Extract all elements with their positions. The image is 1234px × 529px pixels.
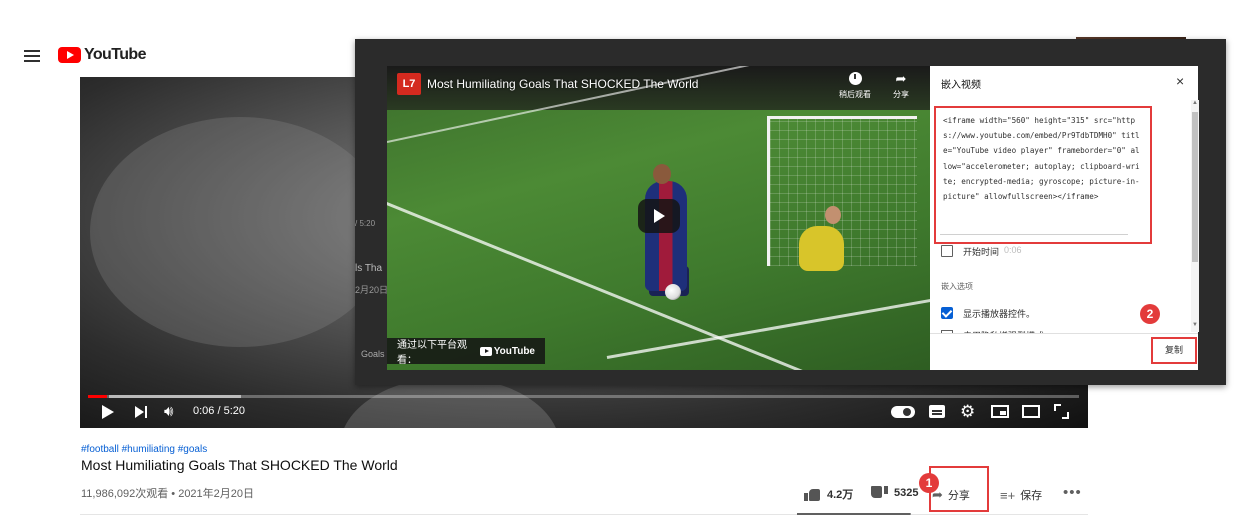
playlist-add-icon: ≡+ [1000,487,1016,503]
theater-mode-icon[interactable] [1022,405,1040,418]
thumbs-down-icon [871,486,888,499]
play-icon[interactable] [100,404,116,420]
subtitles-icon[interactable] [929,405,945,418]
dislike-button[interactable]: 5325 [871,486,918,499]
thumbs-up-icon [804,488,821,501]
player-shape [645,181,687,291]
hashtags[interactable]: #football #humiliating #goals [81,444,207,455]
watch-on-label: 通过以下平台观看： [397,340,467,366]
background-fragment: / 5:20 [355,219,376,228]
step-marker-2: 2 [1140,304,1160,324]
next-video-icon[interactable] [135,405,151,419]
youtube-logo[interactable]: YouTube [58,46,146,64]
video-view-count-date: 11,986,092次观看 • 2021年2月20日 [81,488,255,500]
embed-options-heading: 嵌入选项 [941,282,973,291]
share-highlight-box [929,466,989,512]
progress-buffer [109,395,241,398]
start-time-input[interactable]: 0:06 [1004,245,1022,255]
more-actions-button[interactable]: ••• [1063,484,1082,501]
step-marker-1: 1 [919,473,939,493]
goalkeeper-shape [799,226,844,271]
background-fragment: ls Tha [355,263,383,274]
embed-preview-title[interactable]: Most Humiliating Goals That SHOCKED The … [427,77,698,91]
progress-played [88,395,107,398]
youtube-wordmark: YouTube [84,46,146,63]
miniplayer-icon[interactable] [991,405,1009,418]
divider [80,514,1088,515]
player-head-shape [653,164,671,184]
like-button[interactable]: 4.2万 [804,486,853,502]
background-fragment: 2月20日 [355,285,389,295]
clock-icon [848,72,862,85]
channel-logo[interactable]: L7 [397,73,421,95]
start-time-label: 开始时间 [963,247,1000,257]
show-controls-checkbox[interactable] [941,307,953,319]
play-button-icon[interactable] [638,199,680,233]
youtube-play-badge-icon [58,47,81,63]
autoplay-toggle[interactable] [891,406,915,418]
youtube-mini-logo: YouTube [479,345,535,357]
scroll-down-arrow-icon[interactable]: ▼ [1191,322,1199,328]
preview-share-button[interactable]: ➦ 分享 [888,72,914,100]
scrollbar-thumb[interactable] [1192,112,1198,262]
time-display: 0:06 / 5:20 [193,405,245,417]
settings-gear-icon[interactable]: ⚙ [960,402,975,422]
goalkeeper-head-shape [825,206,841,224]
youtube-mini-wordmark: YouTube [493,345,535,357]
start-time-checkbox[interactable] [941,245,953,257]
watch-on-youtube-button[interactable]: 通过以下平台观看： YouTube [387,338,545,366]
fullscreen-icon[interactable] [1054,404,1069,419]
divider [940,234,1128,235]
video-frame-shape [90,117,390,347]
show-controls-label: 显示播放器控件。 [963,309,1036,319]
divider [930,333,1198,334]
copy-button[interactable]: 复制 [1151,337,1197,364]
volume-icon[interactable]: 🔊︎ [164,404,184,420]
save-button[interactable]: ≡+ 保存 [1000,487,1042,503]
embed-panel-title: 嵌入视频 [941,80,981,91]
close-icon[interactable]: × [1176,73,1184,89]
hamburger-menu-icon[interactable] [24,50,40,62]
youtube-play-badge-icon [479,346,492,356]
dislike-count: 5325 [894,486,919,499]
embed-code-textarea[interactable]: <iframe width="560" height="315" src="ht… [934,106,1152,244]
ball-shape [665,284,681,300]
video-title: Most Humiliating Goals That SHOCKED The … [81,457,398,473]
preview-share-label: 分享 [893,90,909,99]
save-label: 保存 [1020,490,1043,502]
pitch-line-shape [606,298,931,359]
scroll-up-arrow-icon[interactable]: ▲ [1191,100,1199,106]
watch-later-button[interactable]: 稍后观看 [838,72,872,100]
watch-later-label: 稍后观看 [839,90,871,99]
sentiment-bar-fill [797,513,910,515]
share-arrow-icon: ➦ [895,71,907,86]
like-count: 4.2万 [827,489,854,501]
